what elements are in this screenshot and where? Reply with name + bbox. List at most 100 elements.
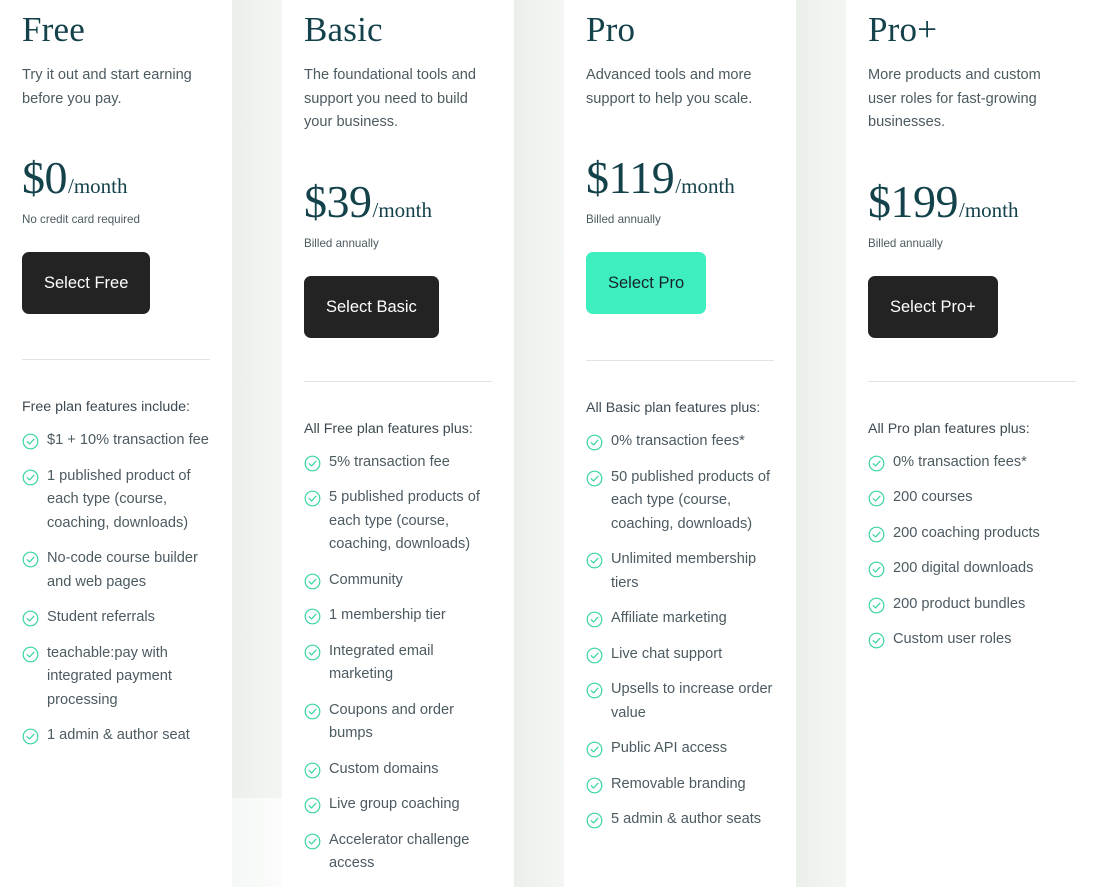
- check-circle-icon: [304, 455, 321, 471]
- check-circle-icon: [868, 490, 885, 507]
- feature-item: 0% transaction fees*: [586, 430, 774, 454]
- feature-text: 5% transaction fee: [329, 453, 450, 470]
- check-circle-icon: [586, 647, 603, 663]
- price-block-free: $0/month No credit card required: [22, 153, 210, 228]
- feature-item: Custom domains: [304, 758, 492, 782]
- card-divider-basic: [304, 380, 492, 382]
- feature-item: 1 published product of each type (course…: [22, 465, 210, 536]
- feature-item: Custom user roles: [868, 628, 1076, 652]
- pricing-card-free: Free Try it out and start earning before…: [0, 0, 232, 887]
- feature-text: 200 digital downloads: [893, 560, 1034, 576]
- feature-text: Live chat support: [611, 645, 723, 662]
- feature-item: Public API access: [586, 737, 774, 761]
- feature-text: teachable:pay with integrated payment pr…: [47, 644, 172, 708]
- price-row-basic: $39/month: [304, 176, 492, 227]
- card-divider-proplus: [868, 380, 1076, 382]
- card-divider-free: [22, 359, 210, 360]
- feature-text: Community: [329, 571, 403, 588]
- gap-strip: [514, 0, 564, 887]
- feature-text: Accelerator challenge access: [329, 831, 470, 872]
- card-gap-1: [232, 0, 282, 887]
- plan-description-proplus: More products and custom user roles for …: [868, 67, 1041, 130]
- price-note-proplus: Billed annually: [868, 236, 943, 250]
- feature-text: 200 courses: [893, 489, 973, 505]
- price-period-free: /month: [68, 174, 128, 198]
- plan-name-pro: Pro: [586, 10, 636, 49]
- feature-text: 0% transaction fees*: [893, 453, 1027, 470]
- feature-text: Unlimited membership tiers: [611, 551, 757, 591]
- select-pro-button[interactable]: Select Pro: [586, 252, 707, 314]
- check-circle-icon: [304, 833, 321, 849]
- feature-text: 5 published products of each type (cours…: [329, 489, 480, 552]
- feature-item: 5% transaction fee: [304, 451, 492, 475]
- pricing-card-basic: Basic The foundational tools and support…: [282, 0, 514, 887]
- gap-strip: [796, 0, 846, 887]
- check-circle-icon: [304, 644, 321, 660]
- select-basic-button[interactable]: Select Basic: [304, 275, 439, 338]
- check-circle-icon: [586, 812, 603, 829]
- price-note-pro: Billed annually: [586, 213, 661, 226]
- feature-item: Community: [304, 569, 492, 593]
- check-circle-icon: [586, 470, 603, 486]
- feature-text: 200 product bundles: [893, 595, 1026, 612]
- feature-text: 200 coaching products: [893, 524, 1040, 541]
- pricing-card-proplus: Pro+ More products and custom user roles…: [846, 0, 1098, 887]
- price-row-free: $0/month: [22, 153, 210, 203]
- price-note-free: No credit card required: [22, 213, 140, 226]
- feature-text: Integrated email marketing: [329, 642, 434, 683]
- feature-item: 200 courses: [868, 486, 1076, 510]
- check-circle-icon: [22, 469, 39, 485]
- features-list-free: $1 + 10% transaction fee 1 published pro…: [22, 429, 210, 748]
- card-gap-3: [796, 0, 846, 887]
- price-amount-pro: $119: [586, 152, 675, 203]
- features-list-basic: 5% transaction fee 5 published products …: [304, 451, 492, 876]
- features-title-free: Free plan features include:: [22, 399, 190, 415]
- select-free-button[interactable]: Select Free: [22, 252, 151, 314]
- feature-item: Removable branding: [586, 773, 774, 797]
- plan-name-proplus: Pro+: [868, 10, 938, 49]
- check-circle-icon: [586, 552, 603, 569]
- feature-text: Live group coaching: [329, 796, 460, 812]
- feature-text: $1 + 10% transaction fee: [47, 432, 209, 448]
- check-circle-icon: [868, 526, 885, 542]
- plan-description-free: Try it out and start earning before you …: [22, 67, 192, 107]
- feature-text: 1 admin & author seat: [47, 727, 190, 743]
- price-period-basic: /month: [372, 197, 433, 222]
- feature-item: 50 published products of each type (cour…: [586, 466, 774, 537]
- feature-text: 1 membership tier: [329, 607, 446, 623]
- card-divider-pro: [586, 360, 774, 361]
- check-circle-icon: [22, 646, 39, 662]
- feature-item: 5 admin & author seats: [586, 808, 774, 832]
- feature-item: 200 product bundles: [868, 593, 1076, 617]
- price-row-pro: $119/month: [586, 153, 774, 203]
- gap-strip: [232, 0, 282, 798]
- pricing-table: Free Try it out and start earning before…: [0, 0, 1098, 887]
- plan-description-pro: Advanced tools and more support to help …: [586, 67, 753, 107]
- features-title-pro: All Basic plan features plus:: [586, 400, 761, 416]
- features-list-pro: 0% transaction fees* 50 published produc…: [586, 430, 774, 832]
- select-proplus-button[interactable]: Select Pro+: [868, 275, 998, 338]
- check-circle-icon: [586, 777, 603, 793]
- feature-item: 200 digital downloads: [868, 557, 1076, 581]
- feature-text: Removable branding: [611, 775, 746, 792]
- check-circle-icon: [304, 573, 321, 589]
- feature-text: Custom domains: [329, 760, 439, 777]
- price-block-pro: $119/month Billed annually: [586, 153, 774, 228]
- feature-text: Coupons and order bumps: [329, 701, 454, 742]
- price-period-proplus: /month: [959, 197, 1019, 222]
- check-circle-icon: [586, 682, 603, 699]
- feature-text: Custom user roles: [893, 631, 1012, 647]
- pricing-card-pro: Pro Advanced tools and more support to h…: [564, 0, 796, 887]
- feature-text: Public API access: [611, 740, 727, 756]
- feature-item: Live chat support: [586, 643, 774, 667]
- feature-text: Upsells to increase order value: [611, 681, 773, 721]
- check-circle-icon: [868, 561, 885, 578]
- card-gap-2: [514, 0, 564, 887]
- check-circle-icon: [22, 728, 39, 745]
- feature-item: Unlimited membership tiers: [586, 548, 774, 595]
- feature-item: 1 membership tier: [304, 604, 492, 628]
- check-circle-icon: [304, 608, 321, 625]
- check-circle-icon: [586, 741, 603, 758]
- check-circle-icon: [22, 433, 39, 450]
- check-circle-icon: [868, 597, 885, 613]
